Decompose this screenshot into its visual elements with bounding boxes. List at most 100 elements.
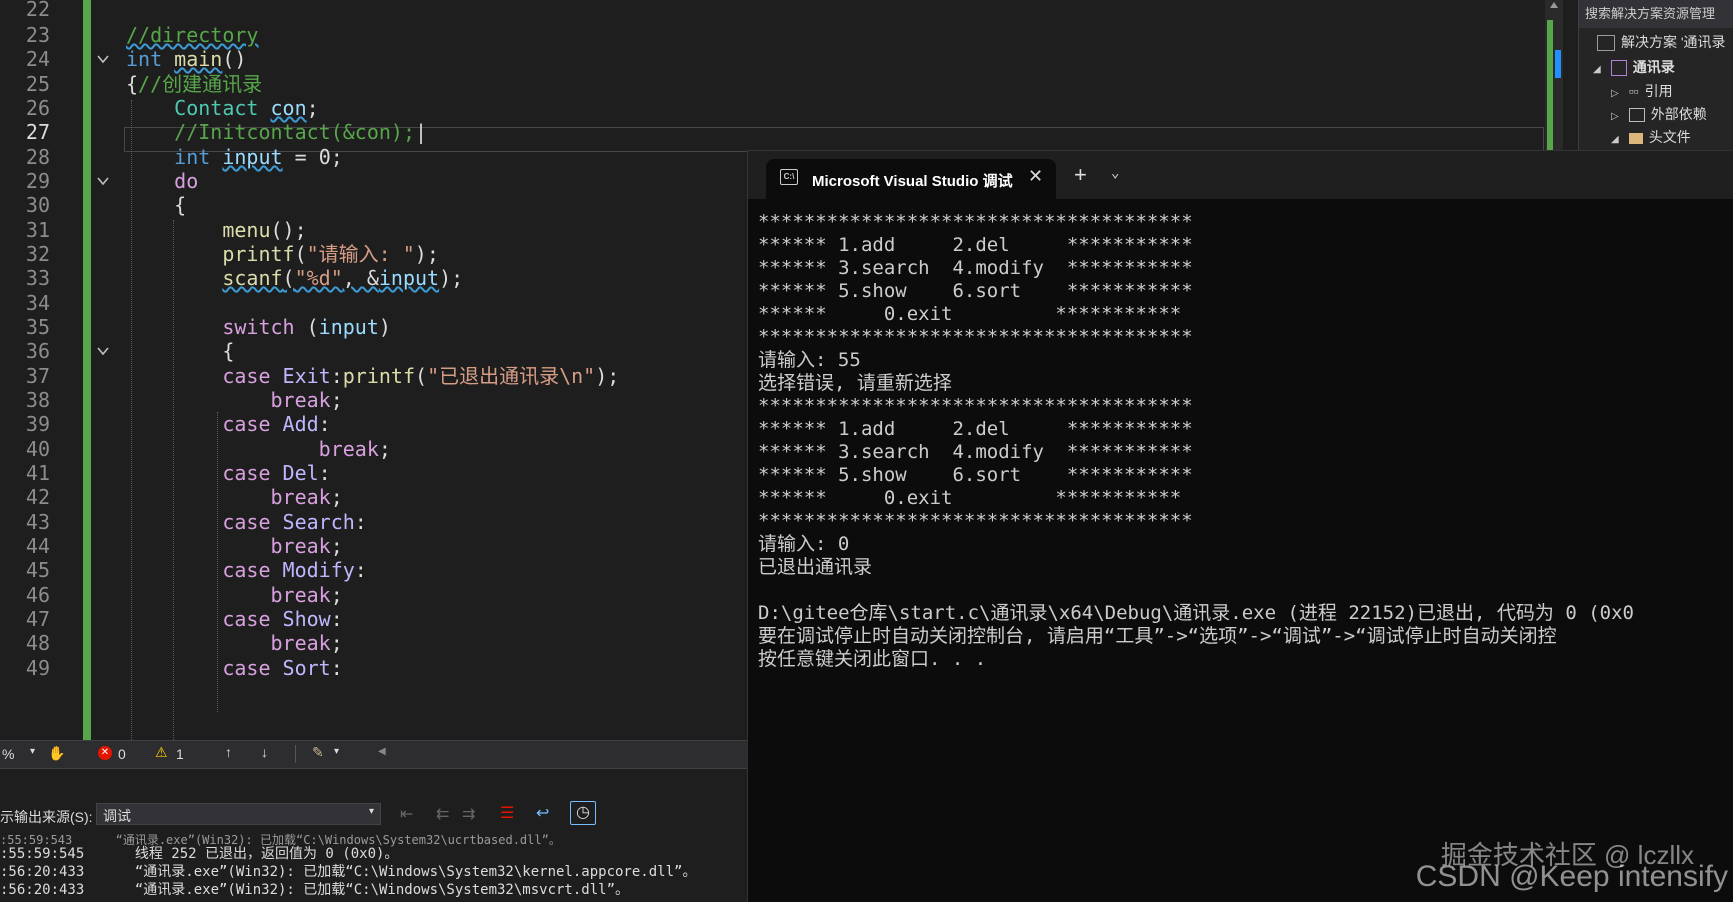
watermark-csdn: CSDN @Keep intensify [1415,860,1728,893]
project-node[interactable]: ◢ 通讯录 [1593,57,1675,77]
intellicode-icon[interactable]: ✋ [48,745,65,762]
code-line: break; [270,485,343,509]
fold-chevron-icon[interactable] [96,344,110,358]
zoom-level[interactable]: % [2,746,14,762]
console-line: ****** 0.exit *********** [758,303,1182,325]
line-number: 30 [25,193,50,217]
scroll-left-icon[interactable]: ◀ [378,746,386,757]
expand-right-icon[interactable]: ▷ [1611,111,1619,122]
error-icon[interactable]: ✕ [98,746,112,760]
headers-node[interactable]: ◢ 头文件 [1611,127,1691,147]
chevron-down-icon[interactable]: ▾ [30,746,35,757]
project-icon [1610,60,1627,77]
code-line: switch (input) [222,315,391,339]
headers-label: 头文件 [1648,129,1691,145]
project-label: 通讯录 [1632,59,1675,75]
line-number: 45 [25,558,50,582]
solution-node[interactable]: 解决方案 '通讯录 [1597,32,1726,52]
console-line: ****** 1.add 2.del *********** [758,234,1193,256]
clear-all-icon[interactable]: ☰ [500,803,514,823]
terminal-tab[interactable]: C:\ Microsoft Visual Studio 调试 ✕ [766,159,1056,199]
code-line: break; [270,583,343,607]
code-line: case Show: [222,607,343,631]
line-number: 41 [25,461,50,485]
chevron-down-icon[interactable]: ⌄ [1111,165,1119,181]
code-line: scanf("%d", &input); [222,266,464,290]
arrow-up-icon[interactable]: ↑ [225,744,232,760]
brush-icon[interactable]: ✎ [312,744,324,761]
references-node[interactable]: ▷ ▫▫ 引用 [1611,81,1673,101]
line-number-gutter: 22 23 24 25 26 27 28 29 30 31 32 33 34 3… [0,0,80,740]
console-line: ************************************** [758,326,1193,348]
code-line: {//创建通讯录 [126,72,263,96]
scroll-change-marker [1547,20,1553,150]
code-line: printf("请输入: "); [222,242,439,266]
code-line: menu(); [222,218,307,242]
solution-search-input[interactable]: 搜索解决方案资源管理 [1579,0,1733,28]
expand-down-icon[interactable]: ◢ [1611,134,1619,145]
scroll-thumb[interactable] [1555,50,1561,78]
line-number: 31 [25,218,50,242]
warning-icon[interactable]: ⚠ [155,744,168,761]
line-number: 43 [25,510,50,534]
console-line: 选择错误, 请重新选择 [758,372,952,394]
expand-down-icon[interactable]: ◢ [1593,64,1601,75]
console-line: ****** 0.exit *********** [758,487,1182,509]
warning-count[interactable]: 1 [176,746,184,762]
code-line: break; [270,534,343,558]
timestamp-toggle-icon[interactable]: ◷ [570,801,596,825]
code-line: break; [270,631,343,655]
line-number-current: 27 [25,120,50,144]
close-icon[interactable]: ✕ [1028,166,1043,187]
code-line: case Del: [222,461,331,485]
output-line: :56:20:433 “通讯录.exe”(Win32): 已加载“C:\Wind… [0,864,697,880]
code-line: //directory [126,23,259,47]
error-count[interactable]: 0 [118,746,126,762]
console-line: 要在调试停止时自动关闭控制台, 请启用“工具”->“选项”->“调试”->“调试… [758,625,1557,647]
solution-label: 解决方案 '通讯录 [1621,34,1726,50]
output-source-label: 示输出来源(S): [0,809,93,825]
debug-console-window[interactable]: C:\ Microsoft Visual Studio 调试 ✕ + ⌄ ***… [747,150,1733,902]
prev-message-icon[interactable]: ⇇ [436,804,449,824]
external-deps-node[interactable]: ▷ 外部依赖 [1611,104,1707,124]
find-message-icon[interactable]: ⇤ [400,804,413,824]
solution-explorer: 搜索解决方案资源管理 解决方案 '通讯录 ◢ 通讯录 ▷ ▫▫ 引用 ▷ 外部依赖 ◢ 头… [1578,0,1733,150]
console-line: ************************************** [758,510,1193,532]
folder-icon [1628,132,1643,144]
change-tracking-bar [83,0,91,740]
code-line: case Exit:printf("已退出通讯录\n"); [222,364,620,388]
code-line: case Search: [222,510,367,534]
console-line: 请输入: 55 [758,349,861,371]
output-panel: 示输出来源(S): 调试 ▾ ⇤ ⇇ ⇉ ☰ ↩ ◷ :55:59:543 “通… [0,768,748,902]
editor-scrollbar[interactable] [1545,0,1563,150]
scroll-up-icon[interactable] [1550,2,1558,8]
output-source-select[interactable]: 调试 ▾ [96,803,381,825]
line-number: 23 [25,23,50,47]
line-number: 29 [25,169,50,193]
console-line: ****** 3.search 4.modify *********** [758,257,1193,279]
console-line: ************************************** [758,395,1193,417]
code-line: case Add: [222,412,331,436]
line-number: 44 [25,534,50,558]
fold-chevron-icon[interactable] [96,174,110,188]
expand-right-icon[interactable]: ▷ [1611,88,1619,99]
line-number: 42 [25,485,50,509]
code-line: { [222,339,235,363]
arrow-down-icon[interactable]: ↓ [261,744,268,760]
fold-chevron-icon[interactable] [96,52,110,66]
console-line: ************************************** [758,211,1193,233]
console-line: ****** 1.add 2.del *********** [758,418,1193,440]
external-deps-icon [1628,108,1645,123]
chevron-down-icon[interactable]: ▾ [369,806,374,817]
external-deps-label: 外部依赖 [1650,106,1707,122]
code-line: case Modify: [222,558,367,582]
next-message-icon[interactable]: ⇉ [462,804,475,824]
code-line: int input = 0; [174,145,343,169]
line-number: 36 [25,339,50,363]
new-tab-icon[interactable]: + [1074,162,1087,188]
output-line: :55:59:545 线程 252 已退出，返回值为 0 (0x0)。 [0,846,399,862]
code-line: break; [318,437,391,461]
line-number: 35 [25,315,50,339]
word-wrap-icon[interactable]: ↩ [536,803,549,823]
chevron-down-icon[interactable]: ▾ [334,746,339,757]
